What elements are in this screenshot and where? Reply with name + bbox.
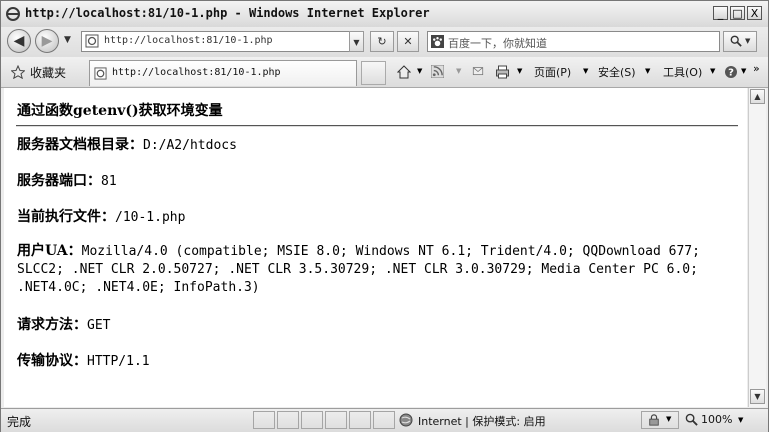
- vertical-scrollbar[interactable]: ▲ ▼: [748, 88, 766, 407]
- script-label: 当前执行文件：: [17, 209, 115, 225]
- forward-button[interactable]: ▶: [35, 29, 59, 53]
- page-menu[interactable]: 页面(P): [534, 64, 571, 80]
- page-icon: [85, 34, 99, 48]
- address-text[interactable]: http://localhost:81/10-1.php: [104, 35, 273, 46]
- zoom-magnifier-icon: [685, 413, 698, 426]
- tab-current[interactable]: http://localhost:81/10-1.php: [89, 60, 357, 86]
- port-value: 81: [101, 174, 117, 189]
- chevron-down-icon[interactable]: ▼: [583, 67, 588, 75]
- security-zone-text[interactable]: Internet | 保护模式: 启用: [418, 413, 546, 429]
- ie-logo-icon: [6, 7, 20, 21]
- status-pane: [373, 411, 395, 429]
- stop-button[interactable]: ✕: [397, 31, 419, 52]
- chevron-down-icon[interactable]: ▼: [741, 67, 746, 75]
- baidu-paw-icon: [431, 35, 444, 48]
- tools-menu[interactable]: 工具(O): [663, 64, 702, 80]
- user-agent-label: 用户UA：: [17, 243, 82, 259]
- user-agent-line: 用户UA：Mozilla/4.0 (compatible; MSIE 8.0; …: [17, 242, 737, 297]
- print-icon[interactable]: [495, 65, 510, 79]
- protected-mode-pane[interactable]: ▼: [641, 411, 679, 429]
- docroot-line: 服务器文档根目录：D:/A2/htdocs: [17, 134, 237, 154]
- svg-text:?: ?: [728, 68, 734, 79]
- chevron-down-icon[interactable]: ▼: [456, 67, 461, 75]
- chevron-down-icon[interactable]: ▼: [738, 416, 743, 424]
- rss-feed-icon[interactable]: [431, 65, 444, 78]
- chevron-down-icon[interactable]: ▼: [417, 67, 422, 75]
- internet-zone-globe-icon: [399, 413, 413, 427]
- ie-window: http://localhost:81/10-1.php - Windows I…: [0, 0, 769, 432]
- port-line: 服务器端口：81: [17, 170, 117, 190]
- method-value: GET: [87, 318, 111, 333]
- chevron-down-icon: ▼: [666, 415, 672, 423]
- chevron-down-icon[interactable]: ▼: [645, 67, 650, 75]
- status-bar: 完成 Internet | 保护模式: 启用 ▼ 100% ▼: [1, 408, 768, 432]
- recent-pages-dropdown-icon[interactable]: ▼: [64, 35, 71, 45]
- script-line: 当前执行文件：/10-1.php: [17, 206, 185, 226]
- safety-menu[interactable]: 安全(S): [598, 64, 636, 80]
- search-input[interactable]: 百度一下，你就知道: [448, 35, 547, 51]
- favorites-command-bar: 收藏夹 http://localhost:81/10-1.php ▼ ▼ ▼ 页…: [1, 57, 768, 88]
- chevron-down-icon: ▼: [745, 37, 751, 45]
- page-title: 通过函数getenv()获取环境变量: [17, 103, 223, 119]
- address-dropdown-button[interactable]: ▼: [349, 31, 364, 52]
- minimize-button[interactable]: _: [713, 6, 728, 20]
- lock-icon: [649, 414, 659, 426]
- scroll-down-button[interactable]: ▼: [750, 389, 765, 404]
- read-mail-icon[interactable]: [471, 66, 485, 77]
- status-pane: [277, 411, 299, 429]
- scroll-up-button[interactable]: ▲: [750, 89, 765, 104]
- method-line: 请求方法：GET: [17, 314, 110, 334]
- chevron-down-icon: ▼: [353, 38, 360, 47]
- tab-title: http://localhost:81/10-1.php: [112, 67, 281, 78]
- window-title: http://localhost:81/10-1.php - Windows I…: [25, 6, 430, 20]
- search-button[interactable]: ▼: [723, 31, 757, 52]
- favorites-button[interactable]: 收藏夹: [30, 64, 66, 81]
- status-pane: [253, 411, 275, 429]
- status-pane: [349, 411, 371, 429]
- page-icon: [94, 67, 107, 80]
- script-value: /10-1.php: [115, 210, 186, 225]
- address-bar[interactable]: http://localhost:81/10-1.php: [81, 31, 364, 52]
- port-label: 服务器端口：: [17, 173, 101, 189]
- zoom-level[interactable]: 100%: [701, 413, 732, 426]
- help-icon[interactable]: ?: [724, 65, 738, 79]
- docroot-label: 服务器文档根目录：: [17, 137, 143, 153]
- page-content: 通过函数getenv()获取环境变量 服务器文档根目录：D:/A2/htdocs…: [4, 88, 747, 407]
- new-tab-button[interactable]: [361, 61, 386, 85]
- search-box[interactable]: 百度一下，你就知道: [427, 31, 720, 52]
- navigation-bar: ◀ ▶ ▼ http://localhost:81/10-1.php ▼ ↻ ✕…: [1, 27, 768, 57]
- protocol-value: HTTP/1.1: [87, 354, 150, 369]
- status-text: 完成: [7, 415, 32, 429]
- chevron-down-icon[interactable]: ▼: [710, 67, 715, 75]
- search-icon: [730, 35, 742, 47]
- user-agent-value: Mozilla/4.0 (compatible; MSIE 8.0; Windo…: [17, 244, 700, 295]
- status-pane: [325, 411, 347, 429]
- horizontal-rule: [16, 125, 738, 127]
- back-button[interactable]: ◀: [7, 29, 31, 53]
- favorites-star-icon: [11, 65, 25, 79]
- status-pane: [301, 411, 323, 429]
- maximize-button[interactable]: □: [730, 6, 745, 20]
- docroot-value: D:/A2/htdocs: [143, 138, 237, 153]
- protocol-label: 传输协议：: [17, 353, 87, 369]
- more-tools-chevron-icon[interactable]: »: [753, 62, 760, 75]
- protocol-line: 传输协议：HTTP/1.1: [17, 350, 150, 370]
- chevron-down-icon[interactable]: ▼: [517, 67, 522, 75]
- close-window-button[interactable]: X: [747, 6, 762, 20]
- home-icon[interactable]: [397, 65, 411, 79]
- method-label: 请求方法：: [17, 317, 87, 333]
- title-bar: http://localhost:81/10-1.php - Windows I…: [1, 1, 768, 28]
- refresh-button[interactable]: ↻: [370, 31, 394, 52]
